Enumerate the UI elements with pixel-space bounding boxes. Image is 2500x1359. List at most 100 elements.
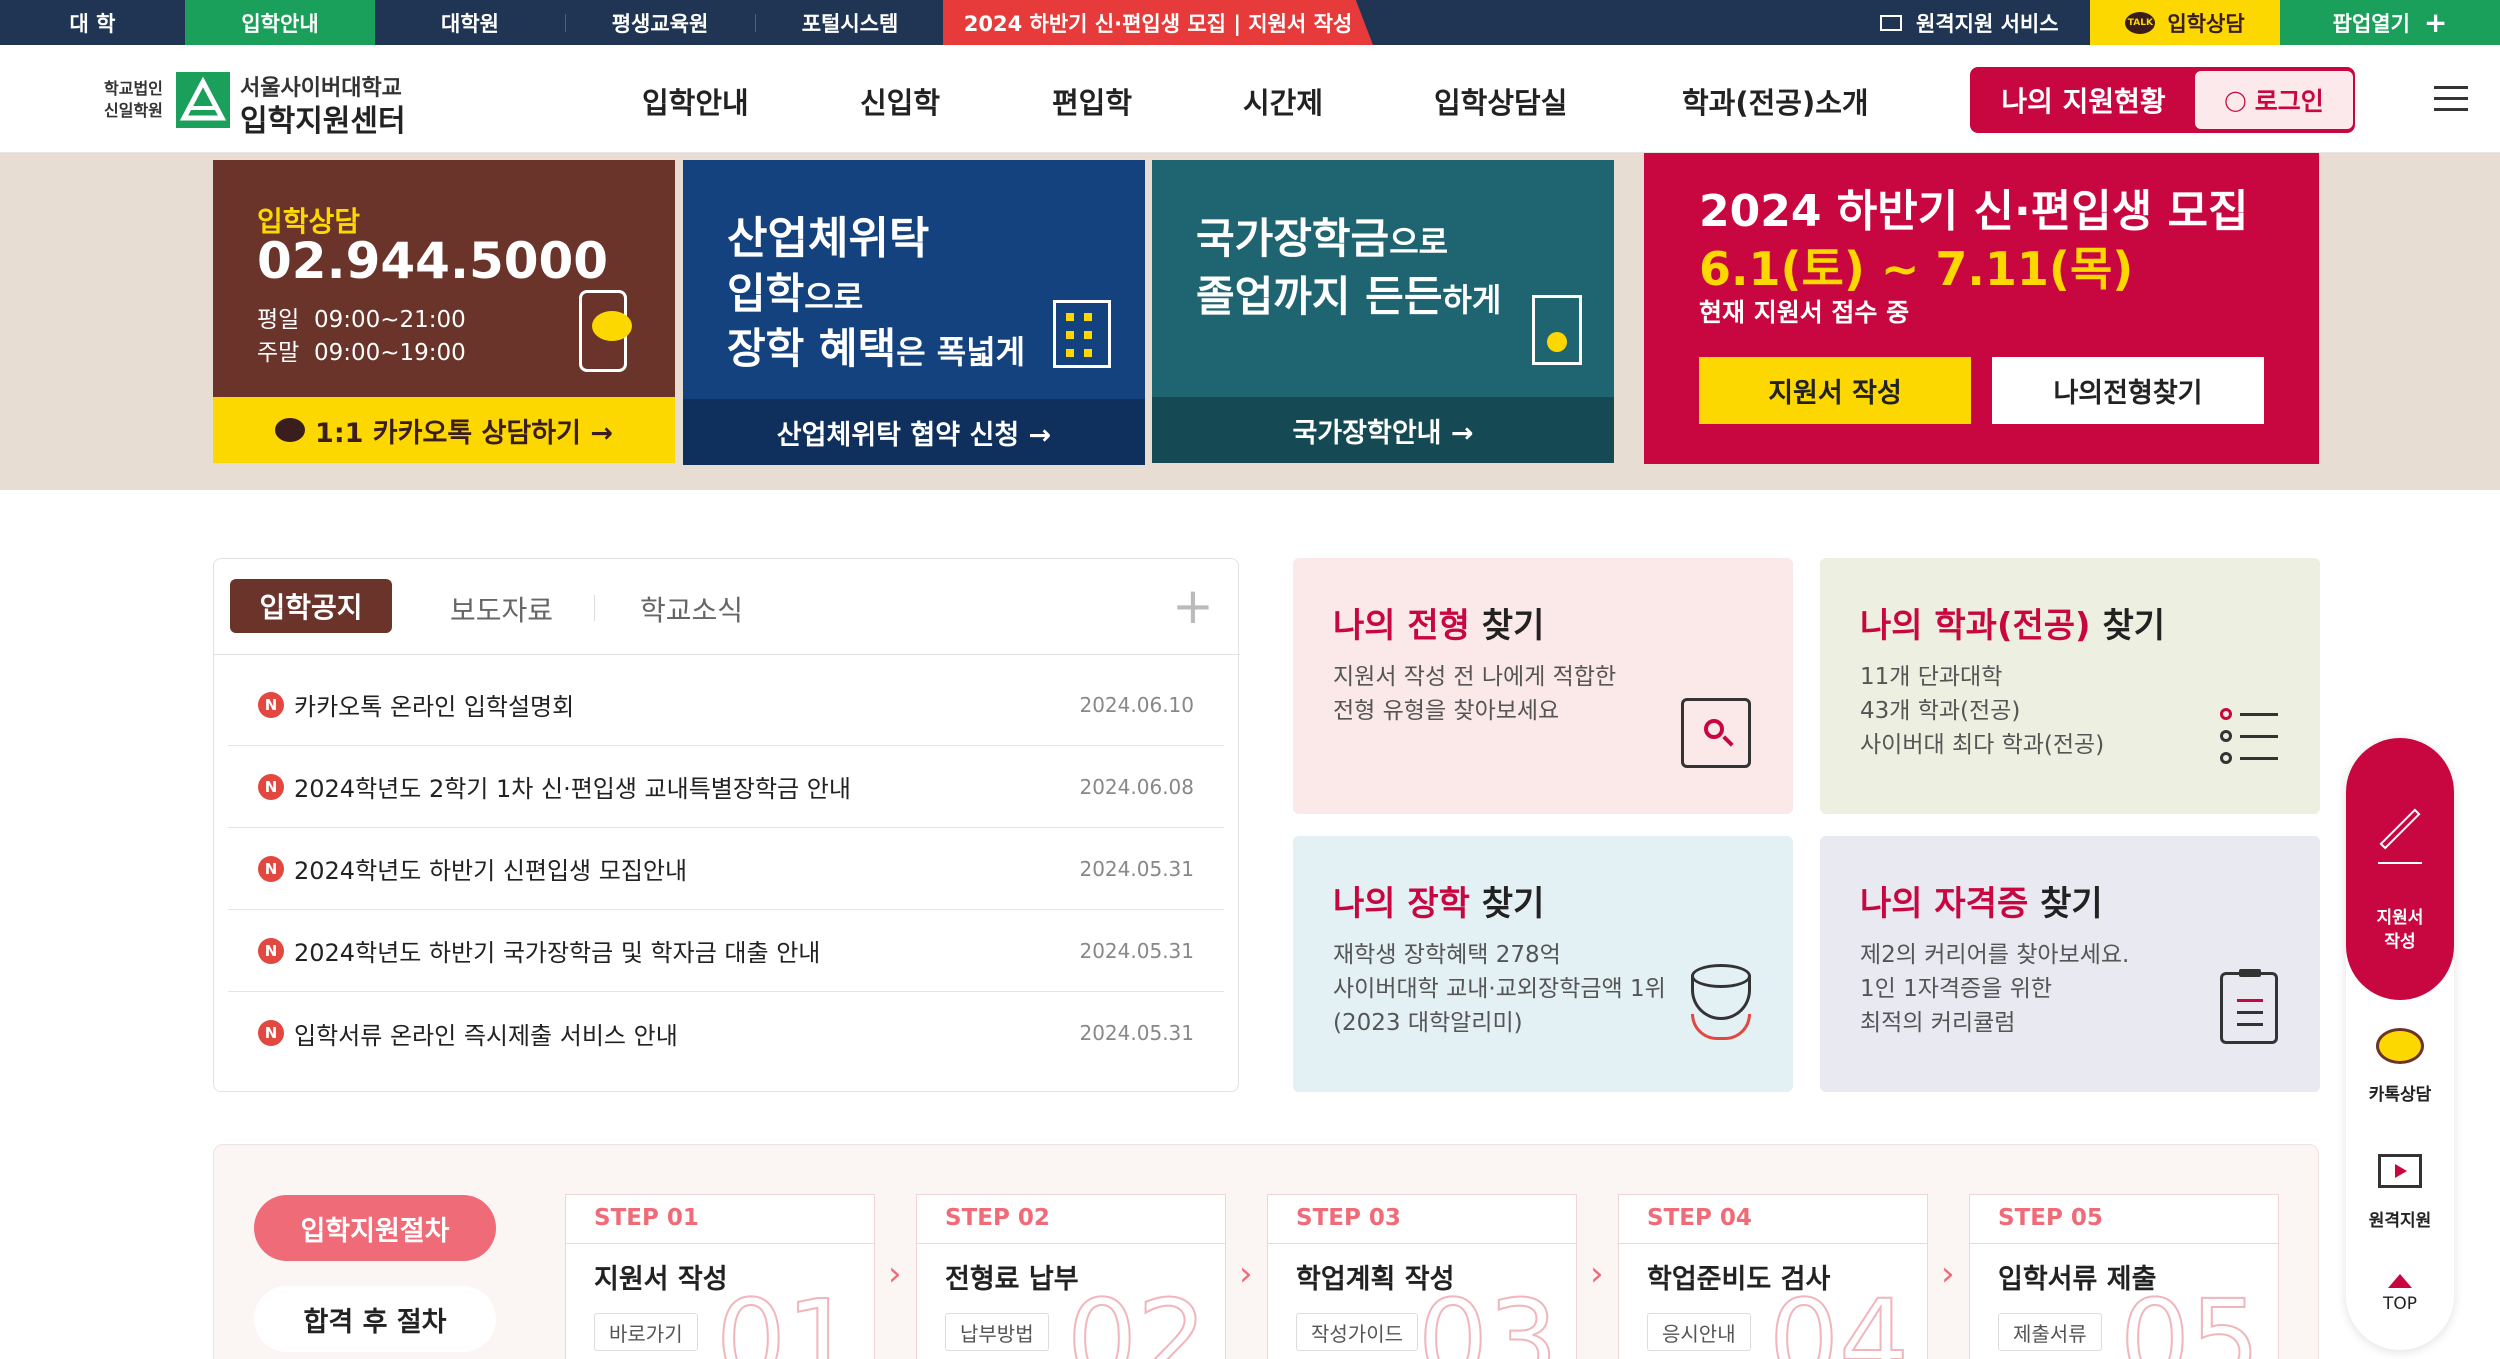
- find-scholarship-desc-3: (2023 대학알리미): [1333, 1010, 1523, 1036]
- scroll-top-button[interactable]: TOP: [2346, 1270, 2454, 1330]
- find-track-button[interactable]: 나의전형찾기: [1992, 357, 2264, 424]
- notice-title: 카카오톡 온라인 입학설명회: [294, 693, 575, 721]
- kakao-talk-icon: TALK: [2125, 11, 2156, 34]
- apply-form-button[interactable]: 지원서 작성: [1699, 357, 1971, 424]
- find-scholarship-card[interactable]: 나의 장학 찾기 재학생 장학혜택 278억 사이버대학 교내·교외장학금액 1…: [1293, 836, 1793, 1092]
- quick-remote-button[interactable]: 원격지원: [2346, 1154, 2454, 1254]
- step-big-number: 02: [1066, 1276, 1208, 1359]
- recruit-title: 2024 하반기 신·편입생 모집: [1699, 186, 2249, 237]
- hamburger-menu-icon[interactable]: [2434, 86, 2468, 112]
- step-number: STEP 01: [594, 1205, 699, 1231]
- list-item[interactable]: N 2024학년도 하반기 신편입생 모집안내 2024.05.31: [228, 828, 1224, 910]
- tab-apply-process[interactable]: 입학지원절차: [254, 1195, 496, 1261]
- popup-open-label: 팝업열기: [2332, 11, 2410, 36]
- find-track-title: 나의 전형 찾기: [1333, 598, 1544, 647]
- step-link-button[interactable]: 작성가이드: [1296, 1313, 1418, 1351]
- divider: [1970, 1243, 2278, 1244]
- find-major-desc: 11개 단과대학 43개 학과(전공) 사이버대 최다 학과(전공): [1860, 660, 2104, 762]
- new-badge: N: [258, 691, 284, 718]
- find-track-desc: 지원서 작성 전 나에게 적합한 전형 유형을 찾아보세요: [1333, 660, 1616, 728]
- nav-majors[interactable]: 학과(전공)소개: [1682, 80, 1869, 122]
- nav-transfer[interactable]: 편입학: [1052, 80, 1132, 122]
- remote-service-link[interactable]: 원격지원 서비스: [1880, 0, 2080, 45]
- nav-part-time[interactable]: 시간제: [1243, 80, 1323, 122]
- find-major-title-strong: 나의 학과(전공): [1860, 606, 2091, 646]
- industry-line2: 입학으로: [727, 260, 863, 321]
- popup-open-button[interactable]: 팝업열기 +: [2280, 0, 2500, 45]
- topbar-admission-link[interactable]: 입학안내: [185, 0, 375, 45]
- find-track-desc-1: 지원서 작성 전 나에게 적합한: [1333, 664, 1617, 690]
- logo[interactable]: 학교법인 신일학원 서울사이버대학교 입학지원센터: [104, 70, 424, 139]
- topbar-lifelong-link[interactable]: 평생교육원: [565, 0, 755, 45]
- list-item[interactable]: N 2024학년도 2학기 1차 신·편입생 교내특별장학금 안내 2024.0…: [228, 746, 1224, 828]
- step-card: STEP 03 학업계획 작성 작성가이드 03: [1267, 1194, 1577, 1359]
- nav-consult-room[interactable]: 입학상담실: [1434, 80, 1567, 122]
- industry-line2-strong: 입학: [727, 269, 805, 318]
- coins-icon: [1691, 964, 1751, 1044]
- find-track-card[interactable]: 나의 전형 찾기 지원서 작성 전 나에게 적합한 전형 유형을 찾아보세요: [1293, 558, 1793, 814]
- quick-remote-label: 원격지원: [2368, 1211, 2432, 1231]
- quick-kakao-label: 카톡상담: [2368, 1085, 2432, 1105]
- nav-freshman[interactable]: 신입학: [860, 80, 940, 122]
- national-scholarship-button[interactable]: 국가장학안내 →: [1152, 397, 1614, 463]
- topbar-recruit-banner[interactable]: 2024 하반기 신·편입생 모집 | 지원서 작성: [943, 0, 1373, 45]
- nav-admission-guide[interactable]: 입학안내: [642, 80, 749, 122]
- chevron-right-icon: ›: [1590, 1254, 1604, 1294]
- login-button[interactable]: ◯ 로그인: [2195, 71, 2353, 129]
- list-item[interactable]: N 2024학년도 하반기 국가장학금 및 학자금 대출 안내 2024.05.…: [228, 910, 1224, 992]
- notice-date: 2024.05.31: [1079, 938, 1194, 963]
- step-big-number: 05: [2119, 1276, 2261, 1359]
- topbar-portal-link[interactable]: 포털시스템: [755, 0, 945, 45]
- step-card: STEP 05 입학서류 제출 제출서류 05: [1969, 1194, 2279, 1359]
- more-plus-icon[interactable]: +: [1172, 581, 1214, 631]
- my-application-button[interactable]: 나의 지원현황: [1972, 69, 2195, 131]
- logo-foundation: 학교법인 신일학원: [104, 78, 163, 122]
- tab-admission-notice[interactable]: 입학공지: [230, 579, 392, 633]
- step-big-number: 03: [1417, 1276, 1559, 1359]
- topbar-univ-link[interactable]: 대 학: [0, 0, 185, 45]
- notice-date: 2024.06.08: [1079, 774, 1194, 799]
- step-link-button[interactable]: 제출서류: [1998, 1313, 2102, 1351]
- list-item[interactable]: N 카카오톡 온라인 입학설명회 2024.06.10: [228, 664, 1224, 746]
- logo-center-name: 입학지원센터: [240, 104, 406, 139]
- new-badge: N: [258, 1020, 284, 1046]
- find-track-title-normal: 찾기: [1469, 606, 1545, 646]
- logo-foundation-line1: 학교법인: [104, 79, 163, 98]
- find-major-card[interactable]: 나의 학과(전공) 찾기 11개 단과대학 43개 학과(전공) 사이버대 최다…: [1820, 558, 2320, 814]
- quick-apply-button[interactable]: 지원서 작성: [2346, 738, 2454, 1000]
- find-certificate-card[interactable]: 나의 자격증 찾기 제2의 커리어를 찾아보세요. 1인 1자격증을 위한 최적…: [1820, 836, 2320, 1092]
- new-badge: N: [258, 937, 284, 964]
- find-certificate-title-normal: 찾기: [2028, 884, 2103, 924]
- step-link-button[interactable]: 바로가기: [594, 1313, 698, 1351]
- tab-after-pass[interactable]: 합격 후 절차: [254, 1286, 496, 1352]
- kakao-chat-button[interactable]: 1:1 카카오톡 상담하기 →: [213, 397, 675, 463]
- step-link-button[interactable]: 응시안내: [1647, 1313, 1751, 1351]
- divider: [1619, 1243, 1927, 1244]
- recruit-dates: 6.1(토) ~ 7.11(목): [1699, 242, 2134, 296]
- building-icon: [1053, 300, 1111, 368]
- list-item[interactable]: N 입학서류 온라인 즉시제출 서비스 안내 2024.05.31: [228, 992, 1224, 1074]
- quick-kakao-button[interactable]: 카톡상담: [2346, 1028, 2454, 1128]
- kakao-chat-label: 1:1 카카오톡 상담하기 →: [315, 417, 613, 449]
- national-line1: 국가장학금으로: [1196, 205, 1448, 266]
- national-card: 국가장학금으로 졸업까지 든든하게 국가장학안내 →: [1152, 160, 1614, 463]
- monitor-icon: [1880, 14, 1902, 31]
- industry-line2-normal: 으로: [804, 278, 864, 316]
- divider: [1268, 1243, 1576, 1244]
- tab-press[interactable]: 보도자료: [450, 589, 553, 629]
- topbar-grad-link[interactable]: 대학원: [375, 0, 565, 45]
- tab-school-news[interactable]: 학교소식: [640, 589, 743, 629]
- kakao-consult-link[interactable]: TALK 입학상담: [2090, 0, 2280, 45]
- quick-apply-label: 지원서 작성: [2376, 908, 2424, 952]
- find-scholarship-title: 나의 장학 찾기: [1333, 876, 1544, 925]
- chevron-up-icon: [2388, 1274, 2412, 1288]
- kakao-bubble-icon: [2376, 1028, 2424, 1064]
- national-line2-strong: 졸업까지 든든: [1196, 272, 1443, 321]
- find-track-desc-2: 전형 유형을 찾아보세요: [1333, 698, 1560, 724]
- find-certificate-desc: 제2의 커리어를 찾아보세요. 1인 1자격증을 위한 최적의 커리큘럼: [1860, 938, 2129, 1040]
- step-link-button[interactable]: 납부방법: [945, 1313, 1049, 1351]
- find-scholarship-title-normal: 찾기: [1469, 884, 1545, 924]
- new-badge: N: [258, 773, 284, 800]
- industry-apply-button[interactable]: 산업체위탁 협약 신청 →: [683, 399, 1145, 465]
- find-major-desc-1: 11개 단과대학: [1860, 664, 2003, 690]
